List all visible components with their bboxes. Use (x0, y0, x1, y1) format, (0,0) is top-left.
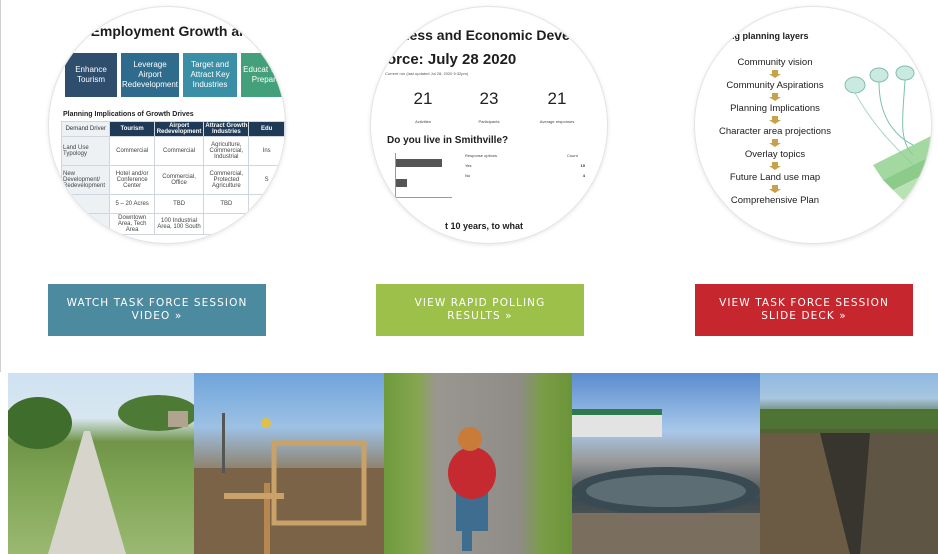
table-cell: Hotel and/or Conference Center (109, 165, 155, 195)
view-slide-deck-button[interactable]: VIEW TASK FORCE SESSION SLIDE DECK » (695, 284, 913, 336)
photo-child-running (384, 373, 572, 554)
employment-growth-slide-thumbnail: al Employment Growth an Enhance Tourism … (48, 6, 286, 244)
table-cell (248, 194, 285, 214)
table-row: 5 – 20 Acres TBD TBD (60, 194, 285, 214)
down-arrow-icon (769, 139, 781, 147)
left-border-line (0, 0, 1, 372)
table-header-cell: Edu (248, 121, 285, 137)
response-options-header: Response options (465, 153, 498, 158)
table-header-cell: Tourism (109, 121, 155, 137)
stat-average-responses: 21 Average responses (527, 89, 587, 124)
table-row: Land Use Typology Commercial Commercial … (60, 136, 285, 166)
response-count: 19 (580, 163, 585, 168)
table-cell (248, 213, 285, 235)
poll-question: Do you live in Smithville? (387, 135, 509, 146)
layer-comprehensive-plan: Comprehensive Plan (730, 195, 820, 206)
photo-concrete-tank (572, 373, 760, 554)
slide-subtitle: Planning Implications of Growth Drives (63, 111, 194, 118)
table-cell: 5 – 20 Acres (109, 194, 155, 214)
demand-box-airport: Leverage Airport Redevelopment (121, 53, 179, 97)
stat-value: 21 (547, 89, 567, 108)
stat-label: Average responses (539, 119, 575, 124)
poll-bar-no (396, 179, 408, 187)
layer-planning-implications: Planning Implications (730, 103, 820, 114)
table-cell (60, 213, 111, 235)
demand-box-industries: Target and Attract Key Industries (183, 53, 237, 97)
stat-value: 23 (479, 89, 499, 108)
slide-title-line1: ness and Economic Deve (401, 27, 570, 43)
watch-task-force-video-button[interactable]: WATCH TASK FORCE SESSION VIDEO » (48, 284, 266, 336)
table-cell: Commercial, Protected Agriculture (203, 165, 250, 195)
count-header: Count (567, 153, 578, 158)
table-header-row: Demand Driver Tourism Airport Redevelopm… (60, 121, 285, 137)
table-header-cell: Demand Driver (60, 121, 111, 137)
response-count: 4 (582, 173, 585, 178)
planning-diagram-graphic (844, 65, 931, 200)
stat-label: Activities (415, 119, 431, 124)
stat-label: Participants (478, 119, 500, 124)
down-arrow-icon (769, 93, 781, 101)
layer-future-land-use-map: Future Land use map (729, 172, 821, 183)
table-cell: New Development/ Redevelopment (60, 165, 111, 195)
down-arrow-icon (769, 185, 781, 193)
layer-character-area-projections: Character area projections (719, 126, 831, 137)
rapid-polling-slide-thumbnail: ness and Economic Deve orce: July 28 202… (370, 6, 608, 244)
down-arrow-icon (769, 116, 781, 124)
stat-value: 21 (413, 89, 433, 108)
response-option: Yes (465, 163, 472, 168)
table-cell: TBD (203, 194, 250, 214)
poll-bar-yes (396, 159, 442, 167)
stat-activities: 21 Activities (393, 89, 453, 124)
table-cell: 100 Industrial Area, 100 South (153, 213, 205, 235)
table-row: Downtown Area, Tech Area 100 Industrial … (60, 213, 285, 235)
demand-box-tourism: Enhance Tourism (65, 53, 117, 97)
table-cell: S (248, 165, 285, 195)
layer-overlay-topics: Overlay topics (744, 149, 806, 160)
view-rapid-polling-results-button[interactable]: VIEW RAPID POLLING RESULTS » (376, 284, 584, 336)
photo-construction-formwork (194, 373, 384, 554)
demand-box-education: Educat Work Prepare (241, 53, 285, 97)
table-row: New Development/ Redevelopment Hotel and… (60, 165, 285, 195)
table-header-cell: Attract Growth Industries (203, 121, 250, 137)
table-cell: Land Use Typology (60, 136, 111, 166)
table-cell: Agriculture, Commercial, Industrial (203, 136, 250, 166)
next-question-text: t 10 years, to what (445, 221, 524, 231)
response-row: Yes 19 (465, 163, 585, 168)
table-cell: Downtown Area, Tech Area (109, 213, 155, 235)
slide-title: ng planning layers (729, 31, 809, 41)
table-cell: Commercial (109, 136, 155, 166)
stat-participants: 23 Participants (459, 89, 519, 124)
layer-community-vision: Community vision (737, 57, 813, 68)
table-cell: Commercial (153, 136, 205, 166)
slide-title: al Employment Growth an (75, 23, 248, 39)
table-cell: Commercial, Office (153, 165, 205, 195)
table-cell: Ins (248, 136, 285, 166)
table-header-cell: Airport Redevelopment (153, 121, 205, 137)
growth-drivers-table: Demand Driver Tourism Airport Redevelopm… (60, 121, 285, 235)
photo-excavation-trench (760, 373, 938, 554)
poll-bar-chart (395, 153, 452, 198)
down-arrow-icon (769, 162, 781, 170)
table-cell (203, 213, 250, 235)
table-cell: TBD (153, 194, 205, 214)
response-row: No 4 (465, 173, 585, 178)
table-cell (60, 194, 111, 214)
response-option: No (465, 173, 471, 178)
layer-community-aspirations: Community Aspirations (726, 80, 824, 91)
planning-layers-slide-thumbnail: ng planning layers Community vision Comm… (694, 6, 932, 244)
last-updated-note: Current run (last updated Jul 28, 2020 5… (385, 71, 469, 76)
photo-sidewalk (8, 373, 194, 554)
down-arrow-icon (769, 70, 781, 78)
slide-title-line2: orce: July 28 2020 (387, 51, 517, 68)
